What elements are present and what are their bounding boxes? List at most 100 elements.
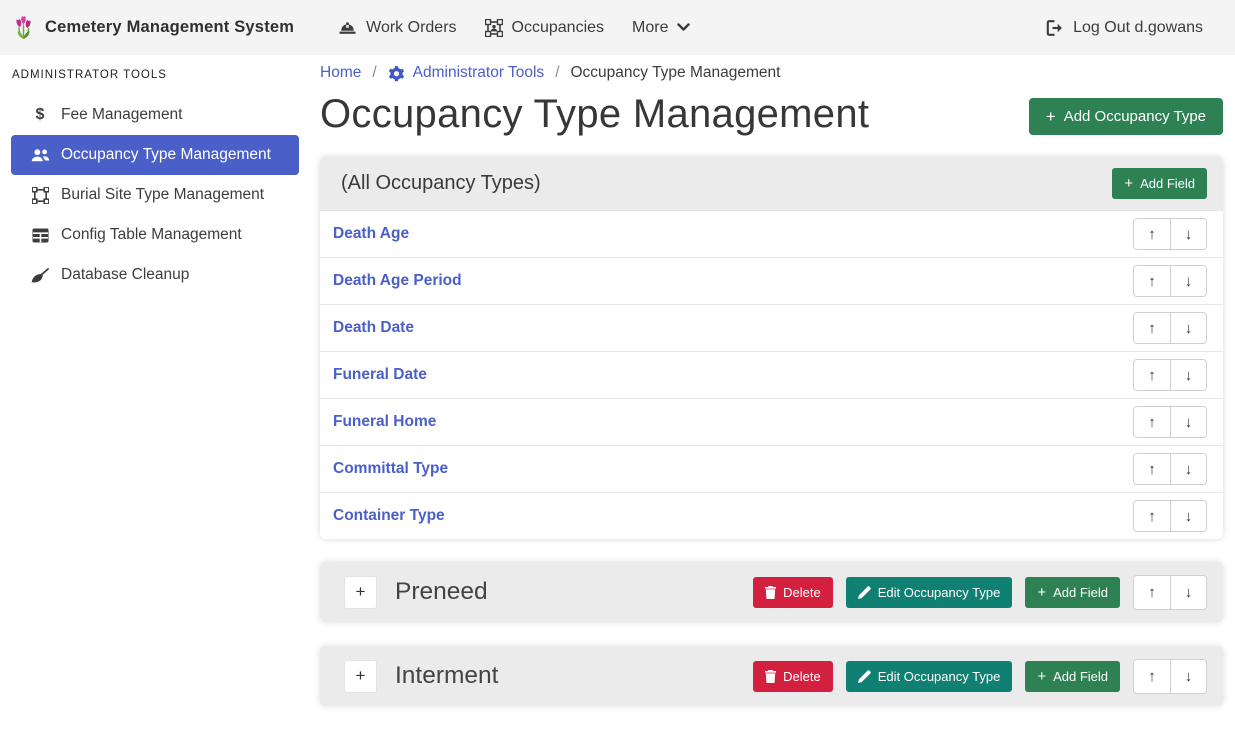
brand-title: Cemetery Management System bbox=[45, 18, 294, 37]
reorder-group: ↑ ↓ bbox=[1133, 218, 1207, 250]
section-interment: + Interment Delete bbox=[320, 646, 1223, 706]
sidebar-item-config-table-management[interactable]: Config Table Management bbox=[11, 215, 299, 255]
reorder-group: ↑ ↓ bbox=[1133, 453, 1207, 485]
broom-icon bbox=[30, 268, 50, 283]
nav-item-occupancies[interactable]: Occupancies bbox=[471, 11, 619, 45]
pencil-icon bbox=[858, 670, 871, 683]
page-title: Occupancy Type Management bbox=[320, 91, 869, 137]
field-link-funeral-date[interactable]: Funeral Date bbox=[333, 366, 427, 384]
sidebar-item-fee-management[interactable]: $ Fee Management bbox=[11, 95, 299, 135]
tulips-logo-icon bbox=[12, 13, 35, 43]
all-occupancy-types-header: (All Occupancy Types) + Add Field bbox=[320, 157, 1223, 210]
field-row: Death Date ↑ ↓ bbox=[320, 304, 1223, 351]
field-row: Death Age ↑ ↓ bbox=[320, 210, 1223, 257]
expand-button[interactable]: + bbox=[344, 660, 377, 693]
breadcrumb-separator: / bbox=[372, 64, 376, 82]
edit-occupancy-type-button[interactable]: Edit Occupancy Type bbox=[846, 661, 1013, 692]
add-field-button[interactable]: + Add Field bbox=[1025, 661, 1120, 692]
edit-occupancy-type-label: Edit Occupancy Type bbox=[878, 585, 1001, 600]
nav-item-label: More bbox=[632, 19, 668, 37]
sidebar-item-database-cleanup[interactable]: Database Cleanup bbox=[11, 255, 299, 295]
nav-item-label: Work Orders bbox=[366, 19, 456, 37]
delete-button[interactable]: Delete bbox=[753, 577, 833, 608]
breadcrumb-separator: / bbox=[555, 64, 559, 82]
move-down-button[interactable]: ↓ bbox=[1170, 576, 1206, 609]
sidebar-item-occupancy-type-management[interactable]: Occupancy Type Management bbox=[11, 135, 299, 175]
add-field-label: Add Field bbox=[1053, 669, 1108, 684]
reorder-group: ↑ ↓ bbox=[1133, 312, 1207, 344]
add-field-label: Add Field bbox=[1140, 176, 1195, 191]
vector-square-icon bbox=[30, 187, 50, 204]
expand-button[interactable]: + bbox=[344, 576, 377, 609]
move-down-button[interactable]: ↓ bbox=[1170, 266, 1206, 296]
sidebar-item-burial-site-type-management[interactable]: Burial Site Type Management bbox=[11, 175, 299, 215]
sidebar-heading: ADMINISTRATOR TOOLS bbox=[0, 62, 310, 95]
move-down-button[interactable]: ↓ bbox=[1170, 219, 1206, 249]
section-title: Preneed bbox=[395, 578, 488, 606]
sidebar-item-label: Fee Management bbox=[61, 106, 183, 124]
add-field-button[interactable]: + Add Field bbox=[1025, 577, 1120, 608]
delete-label: Delete bbox=[783, 669, 821, 684]
field-link-death-age[interactable]: Death Age bbox=[333, 225, 409, 243]
card-title: (All Occupancy Types) bbox=[341, 172, 541, 195]
reorder-group: ↑ ↓ bbox=[1133, 406, 1207, 438]
primary-nav: Work Orders Occupancies More bbox=[324, 11, 704, 45]
move-up-button[interactable]: ↑ bbox=[1134, 266, 1170, 296]
plus-icon: + bbox=[1124, 176, 1133, 191]
move-down-button[interactable]: ↓ bbox=[1170, 454, 1206, 484]
move-up-button[interactable]: ↑ bbox=[1134, 219, 1170, 249]
delete-button[interactable]: Delete bbox=[753, 661, 833, 692]
move-up-button[interactable]: ↑ bbox=[1134, 576, 1170, 609]
move-down-button[interactable]: ↓ bbox=[1170, 660, 1206, 693]
section-title: Interment bbox=[395, 662, 499, 690]
table-icon bbox=[30, 228, 50, 243]
logout-button[interactable]: Log Out d.gowans bbox=[1032, 11, 1217, 45]
add-field-label: Add Field bbox=[1053, 585, 1108, 600]
frame-user-icon bbox=[485, 19, 503, 37]
section-actions: Delete Edit Occupancy Type + Add Field ↑ bbox=[753, 575, 1207, 610]
add-occupancy-type-button[interactable]: + Add Occupancy Type bbox=[1029, 98, 1223, 135]
field-link-death-age-period[interactable]: Death Age Period bbox=[333, 272, 462, 290]
move-down-button[interactable]: ↓ bbox=[1170, 407, 1206, 437]
move-up-button[interactable]: ↑ bbox=[1134, 660, 1170, 693]
move-down-button[interactable]: ↓ bbox=[1170, 501, 1206, 531]
breadcrumb-label: Home bbox=[320, 64, 361, 82]
add-field-button[interactable]: + Add Field bbox=[1112, 168, 1207, 199]
nav-item-label: Occupancies bbox=[512, 19, 605, 37]
edit-occupancy-type-button[interactable]: Edit Occupancy Type bbox=[846, 577, 1013, 608]
reorder-group: ↑ ↓ bbox=[1133, 575, 1207, 610]
main-content: Home / Administrator Tools / Occupancy T… bbox=[310, 55, 1235, 738]
field-row: Container Type ↑ ↓ bbox=[320, 492, 1223, 539]
move-up-button[interactable]: ↑ bbox=[1134, 407, 1170, 437]
sign-out-icon bbox=[1046, 20, 1064, 36]
reorder-group: ↑ ↓ bbox=[1133, 659, 1207, 694]
field-link-committal-type[interactable]: Committal Type bbox=[333, 460, 448, 478]
sidebar: ADMINISTRATOR TOOLS $ Fee Management Occ… bbox=[0, 55, 310, 738]
breadcrumb-label: Administrator Tools bbox=[413, 64, 545, 82]
brand[interactable]: Cemetery Management System bbox=[12, 13, 294, 43]
breadcrumb-administrator-tools-link[interactable]: Administrator Tools bbox=[388, 64, 545, 82]
trash-icon bbox=[765, 586, 776, 599]
field-link-container-type[interactable]: Container Type bbox=[333, 507, 445, 525]
field-link-funeral-home[interactable]: Funeral Home bbox=[333, 413, 436, 431]
sidebar-item-label: Database Cleanup bbox=[61, 266, 189, 284]
section-actions: Delete Edit Occupancy Type + Add Field ↑ bbox=[753, 659, 1207, 694]
move-up-button[interactable]: ↑ bbox=[1134, 313, 1170, 343]
reorder-group: ↑ ↓ bbox=[1133, 500, 1207, 532]
nav-item-more[interactable]: More bbox=[618, 11, 704, 45]
sidebar-item-label: Burial Site Type Management bbox=[61, 186, 264, 204]
plus-icon: + bbox=[1046, 108, 1056, 125]
pencil-icon bbox=[858, 586, 871, 599]
move-down-button[interactable]: ↓ bbox=[1170, 313, 1206, 343]
field-row: Funeral Date ↑ ↓ bbox=[320, 351, 1223, 398]
navbar: Cemetery Management System Work Orders bbox=[0, 0, 1235, 55]
nav-item-work-orders[interactable]: Work Orders bbox=[324, 11, 470, 45]
move-down-button[interactable]: ↓ bbox=[1170, 360, 1206, 390]
move-up-button[interactable]: ↑ bbox=[1134, 454, 1170, 484]
field-link-death-date[interactable]: Death Date bbox=[333, 319, 414, 337]
plus-icon: + bbox=[1037, 669, 1046, 684]
breadcrumb-home-link[interactable]: Home bbox=[320, 64, 361, 82]
move-up-button[interactable]: ↑ bbox=[1134, 360, 1170, 390]
move-up-button[interactable]: ↑ bbox=[1134, 501, 1170, 531]
trash-icon bbox=[765, 670, 776, 683]
